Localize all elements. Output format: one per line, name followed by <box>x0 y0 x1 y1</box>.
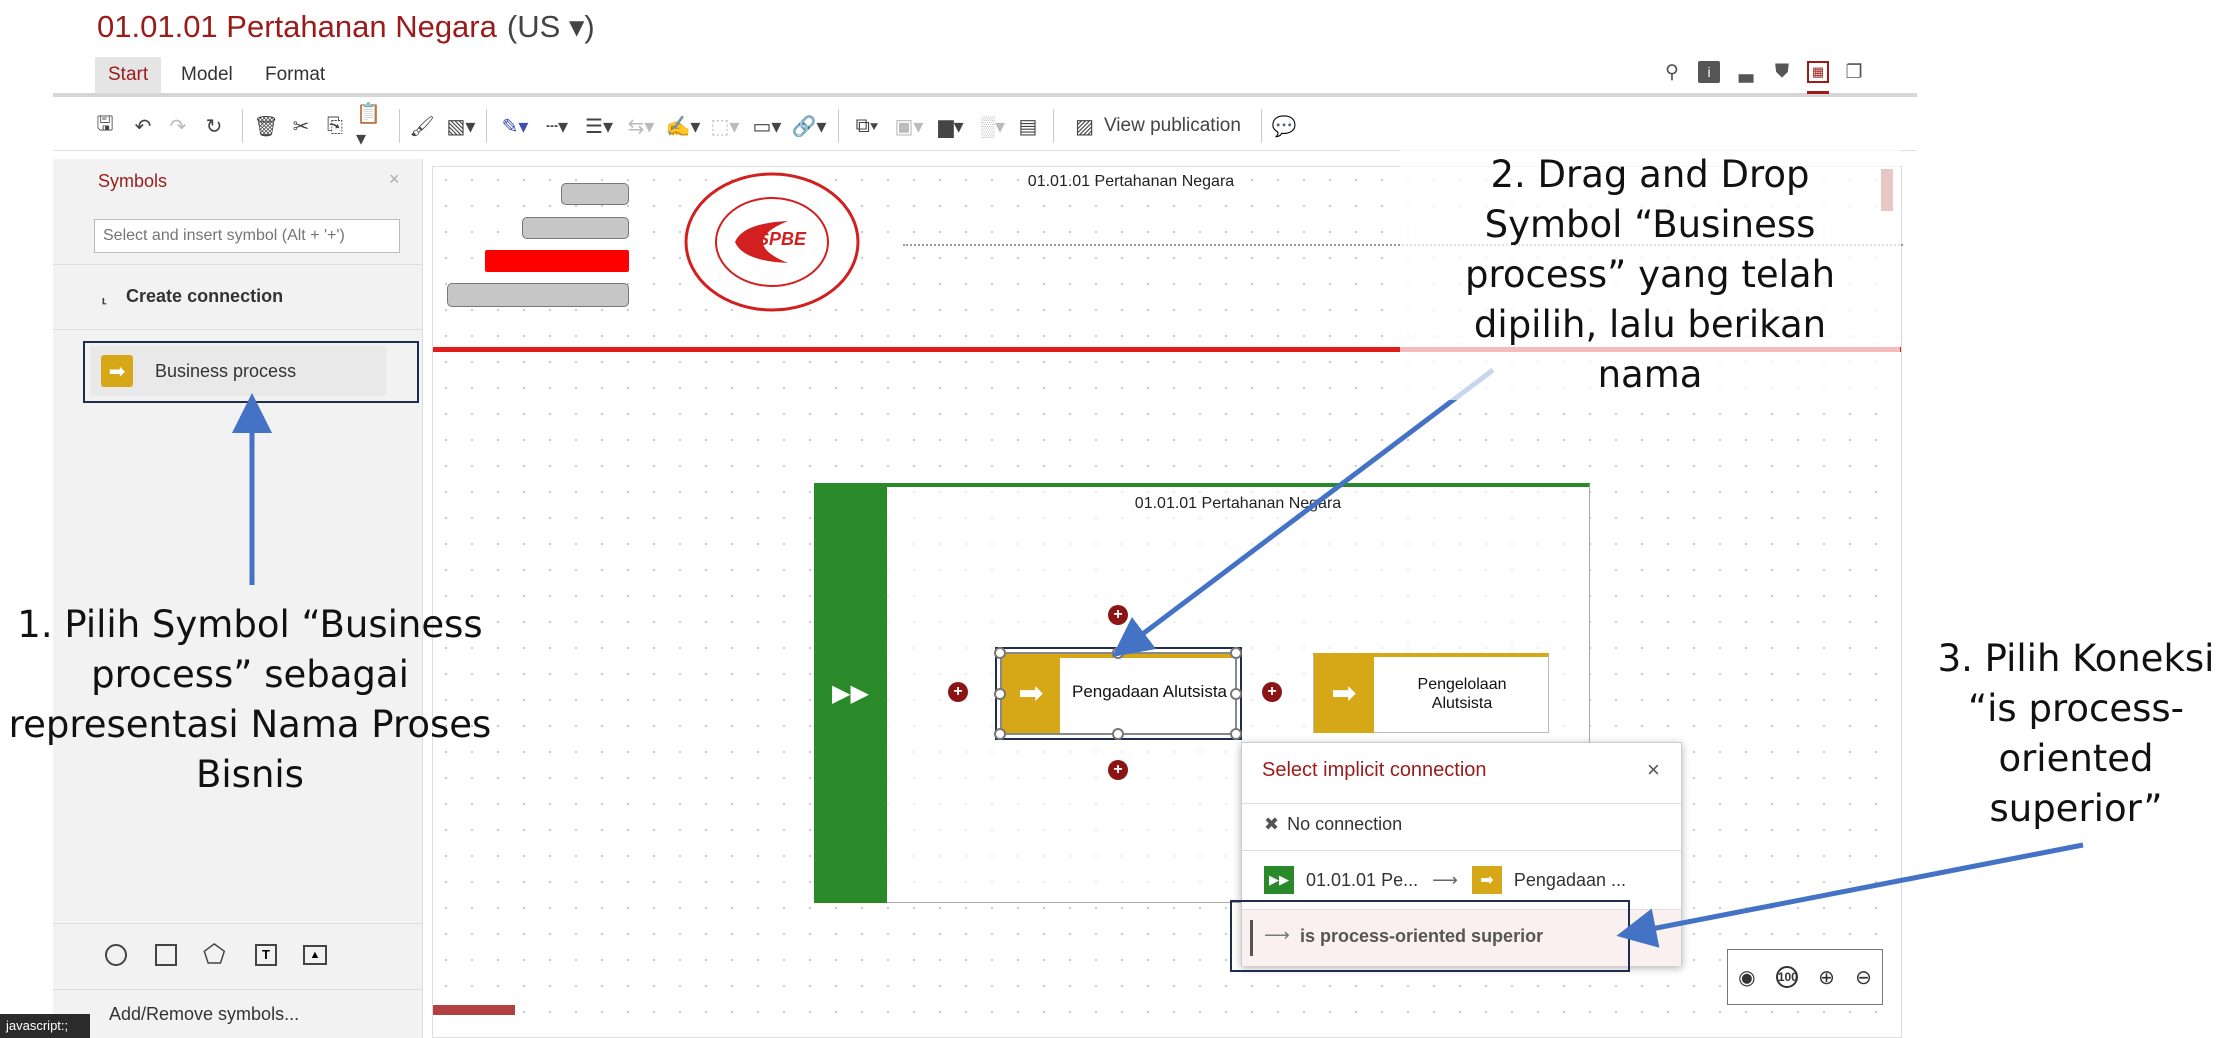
shape-icon[interactable]: ▭▾ <box>748 111 786 141</box>
paste-icon[interactable]: 📋▾ <box>356 103 390 150</box>
value-chain-lane[interactable]: ▶▶ <box>814 483 887 903</box>
popup-title: Select implicit connection <box>1262 759 1487 781</box>
process-arrow-icon: ➡ <box>1471 866 1502 894</box>
format-painter-icon[interactable]: 🖌 <box>409 111 434 141</box>
image-shape-icon[interactable]: ▲ <box>303 945 327 965</box>
process-label: Pengelolaan Alutsista <box>1417 676 1507 712</box>
layout-icon[interactable]: ▤ <box>1016 111 1040 141</box>
link-icon[interactable]: 🔗▾ <box>790 111 828 141</box>
cut-icon[interactable]: ✂ <box>289 111 313 141</box>
add-remove-symbols-link[interactable]: Add/Remove symbols... <box>109 1004 299 1025</box>
ribbon-tabs: Start Model Format ⚲ i ▃ ⛊ ▦ ❐ <box>53 57 1917 97</box>
header-bar-red-shape <box>485 250 629 272</box>
frame-icon[interactable]: ▣▾ <box>890 111 928 141</box>
add-connection-icon[interactable]: + <box>1108 760 1128 780</box>
language-selector[interactable]: (US ▾) <box>507 9 595 44</box>
add-connection-icon[interactable]: + <box>1108 605 1128 625</box>
annotation-step-2: 2. Drag and Drop Symbol “Business proces… <box>1400 150 1900 400</box>
header-bar-shape <box>561 183 629 205</box>
popup-close-icon[interactable]: × <box>1647 757 1660 783</box>
fill-color-icon[interactable]: ▧▾ <box>443 111 479 141</box>
canvas-header-title: 01.01.01 Pertahanan Negara <box>1027 173 1235 190</box>
search-icon[interactable]: ⚲ <box>1661 61 1683 83</box>
symbols-sidebar: Symbols × ⸤ Create connection ➡ Business… <box>0 159 423 1038</box>
tab-format[interactable]: Format <box>252 57 338 93</box>
process-label[interactable]: Pengadaan Alutsista <box>1062 682 1237 702</box>
process-arrow-icon: ➡ <box>1002 654 1060 733</box>
annotation-step-3: 3. Pilih Koneksi “is process- oriented s… <box>1937 637 2215 830</box>
logo-text: SPBE <box>757 229 807 249</box>
info-icon[interactable]: i <box>1698 61 1720 83</box>
group-icon[interactable]: ⧉▾ <box>848 111 886 141</box>
connection-icon: ⸤ <box>101 285 109 306</box>
line-style-icon[interactable]: ┄▾ <box>538 111 576 141</box>
sidebar-title: Symbols <box>98 171 168 191</box>
tab-model[interactable]: Model <box>168 57 246 93</box>
header-bar-shape <box>522 217 629 239</box>
add-connection-icon[interactable]: + <box>948 682 968 702</box>
model-title: 01.01.01 Pertahanan Negara <box>97 9 497 44</box>
status-tooltip: javascript:; <box>0 1014 90 1038</box>
circle-shape-icon[interactable] <box>105 944 127 966</box>
view-publication-button[interactable]: ▨ View publication <box>1063 111 1253 141</box>
shape-type-icon[interactable]: ⬚▾ <box>706 111 744 141</box>
process-shape-pengelolaan[interactable]: ➡ Pengelolaan Alutsista <box>1313 653 1549 733</box>
process-shape-pengadaan[interactable]: ➡ Pengadaan Alutsista <box>1000 652 1237 735</box>
text-box-icon[interactable]: T <box>255 944 277 966</box>
pool-title: 01.01.01 Pertahanan Negara <box>1134 495 1342 512</box>
x-icon: ✖ <box>1264 814 1280 834</box>
symbols-panel-icon[interactable]: ▦ <box>1807 61 1829 83</box>
delete-icon[interactable]: 🗑 <box>253 111 278 141</box>
refresh-icon[interactable]: ↻ <box>202 111 226 141</box>
zoom-controls: ◉ 100 ⊕ ⊖ <box>1727 949 1883 1005</box>
header-bar-shape <box>447 283 629 307</box>
shield-icon[interactable]: ⛊ <box>1771 61 1793 83</box>
annotation-step-1: 1. Pilih Symbol “Business process” sebag… <box>8 603 492 796</box>
align-icon[interactable]: ▆▾ <box>932 111 970 141</box>
line-ends-icon[interactable]: ⇆▾ <box>622 111 660 141</box>
process-arrow-icon: ➡ <box>1314 653 1374 733</box>
active-panel-indicator <box>1807 91 1829 94</box>
business-process-symbol[interactable]: ➡ Business process <box>90 346 386 396</box>
page-title: 01.01.01 Pertahanan Negara (US ▾) <box>97 9 595 45</box>
create-connection-button[interactable]: ⸤ Create connection <box>101 281 283 311</box>
horizontal-scroll-indicator[interactable] <box>433 1005 515 1015</box>
copy-icon[interactable]: ⎘ <box>323 111 347 141</box>
pentagon-shape-icon[interactable]: ⬠ <box>203 939 226 970</box>
line-color-icon[interactable]: ✎▾ <box>496 111 534 141</box>
line-weight-icon[interactable]: ☰▾ <box>580 111 618 141</box>
comments-icon[interactable]: ❐ <box>1843 61 1865 83</box>
toolbar: 🖫 ↶ ↷ ↻ 🗑 ✂ ⎘ 📋▾ 🖌 ▧▾ ✎▾ ┄▾ ☰▾ ⇆▾ ✍▾ ⬚▾ … <box>53 101 1917 151</box>
undo-icon[interactable]: ↶ <box>131 111 155 141</box>
distribute-icon[interactable]: ▒▾ <box>974 111 1012 141</box>
zoom-100-icon[interactable]: 100 <box>1775 966 1798 988</box>
presentation-icon[interactable]: 💬 <box>1271 111 1297 141</box>
save-icon[interactable]: 🖫 <box>93 111 117 141</box>
eye-icon[interactable]: ◉ <box>1738 965 1755 990</box>
add-connection-icon[interactable]: + <box>1262 682 1282 702</box>
value-chain-icon: ▶▶ <box>832 679 869 707</box>
tab-start[interactable]: Start <box>95 57 162 93</box>
rectangle-shape-icon[interactable] <box>155 944 177 966</box>
redo-icon[interactable]: ↷ <box>166 111 190 141</box>
zoom-out-icon[interactable]: ⊖ <box>1855 965 1872 990</box>
spbe-logo: SPBE <box>683 171 861 313</box>
no-connection-option[interactable]: ✖ No connection <box>1264 814 1402 835</box>
value-chain-icon: ▶▶ <box>1264 866 1294 894</box>
publication-icon: ▨ <box>1075 115 1094 138</box>
chart-icon[interactable]: ▃ <box>1735 61 1757 83</box>
process-arrow-icon: ➡ <box>101 355 133 387</box>
zoom-in-icon[interactable]: ⊕ <box>1818 965 1835 990</box>
sidebar-close-icon[interactable]: × <box>389 169 400 190</box>
option-highlight <box>1230 900 1630 972</box>
connection-pair: ▶▶ 01.01.01 Pe... ⟶ ➡ Pengadaan ... <box>1264 865 1626 895</box>
edit-shape-icon[interactable]: ✍▾ <box>664 111 702 141</box>
symbol-search-input[interactable] <box>94 219 400 253</box>
